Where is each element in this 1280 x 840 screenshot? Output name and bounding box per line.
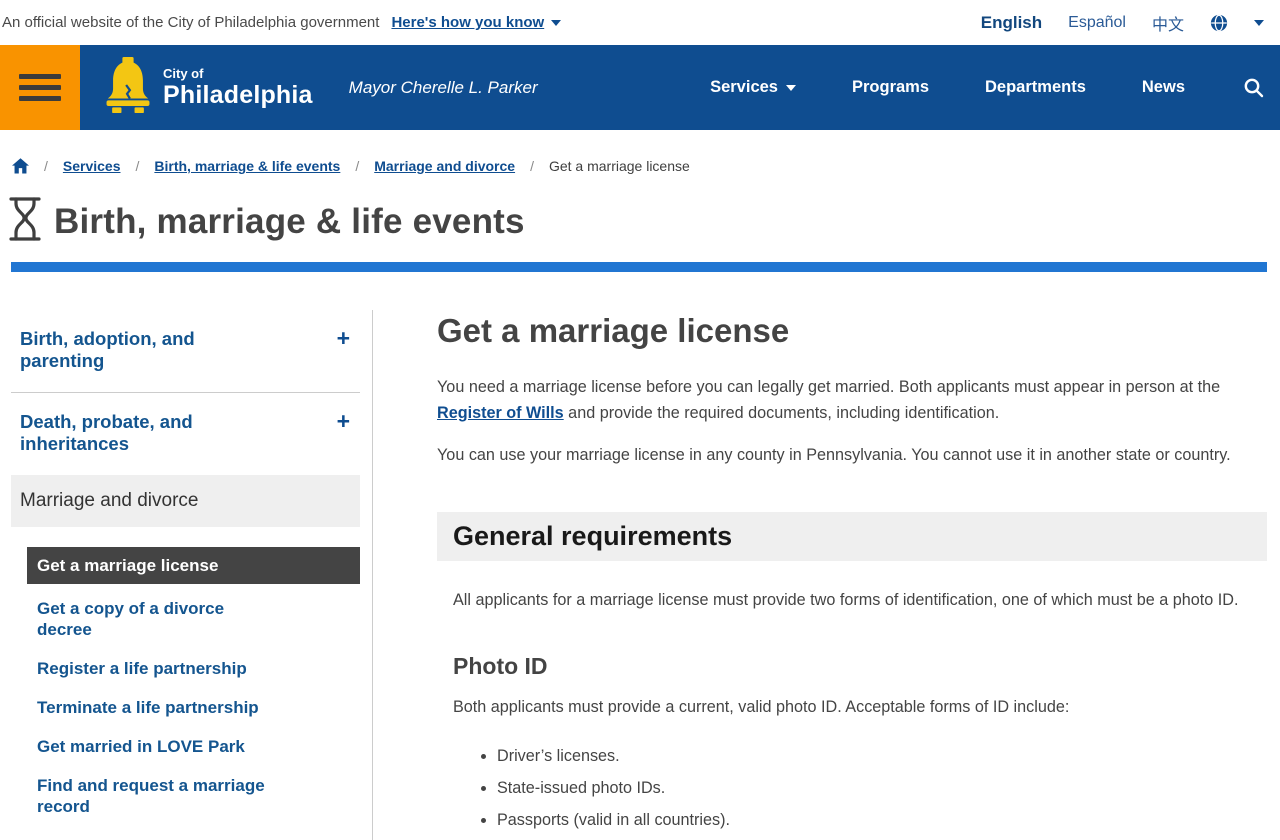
logo-city-of: City of — [163, 66, 204, 81]
breadcrumb-services[interactable]: Services — [63, 158, 121, 174]
article-title: Get a marriage license — [437, 312, 790, 349]
sidebar-link-terminate-life-partnership[interactable]: Terminate a life partnership — [27, 688, 360, 727]
sidebar-link-register-life-partnership[interactable]: Register a life partnership — [27, 649, 360, 688]
language-espanol[interactable]: Español — [1068, 14, 1126, 32]
title-accent-bar — [11, 262, 1267, 272]
official-website-text: An official website of the City of Phila… — [2, 14, 380, 31]
nav-news[interactable]: News — [1142, 78, 1185, 97]
language-english[interactable]: English — [981, 13, 1042, 33]
sidebar-link-get-a-marriage-license[interactable]: Get a marriage license — [27, 547, 360, 584]
hamburger-icon — [19, 74, 61, 79]
intro-paragraph-2: You can use your marriage license in any… — [437, 446, 1231, 464]
photo-id-heading: Photo ID — [453, 653, 548, 679]
register-of-wills-link[interactable]: Register of Wills — [437, 404, 564, 422]
primary-navigation: Services Programs Departments News — [710, 77, 1264, 98]
breadcrumb-birth-marriage-life-events[interactable]: Birth, marriage & life events — [154, 158, 340, 174]
nav-departments[interactable]: Departments — [985, 78, 1086, 97]
site-header: City of Philadelphia Mayor Cherelle L. P… — [0, 45, 1280, 130]
language-chinese[interactable]: 中文 — [1152, 11, 1184, 35]
globe-icon[interactable] — [1210, 14, 1228, 32]
breadcrumb-marriage-and-divorce[interactable]: Marriage and divorce — [374, 158, 515, 174]
official-banner: An official website of the City of Phila… — [0, 0, 1280, 45]
mayor-name: Mayor Cherelle L. Parker — [348, 77, 538, 97]
heres-how-you-know-link[interactable]: Here's how you know — [391, 14, 562, 31]
expand-plus-icon[interactable]: + — [337, 327, 350, 350]
breadcrumb-home-icon[interactable] — [12, 158, 29, 174]
sidebar-item-marriage-and-divorce[interactable]: Marriage and divorce — [11, 475, 360, 527]
general-requirements-header: General requirements — [437, 512, 1267, 561]
photo-id-list: Driver’s licenses. State-issued photo ID… — [453, 744, 1267, 833]
nav-services[interactable]: Services — [710, 78, 796, 97]
sidebar-link-get-copy-divorce-decree[interactable]: Get a copy of a divorce decree — [27, 589, 360, 649]
language-dropdown-caret-icon[interactable] — [1254, 19, 1264, 26]
page-title: Birth, marriage & life events — [54, 201, 525, 241]
search-icon[interactable] — [1243, 77, 1264, 98]
menu-button[interactable] — [0, 45, 80, 130]
heres-how-you-know-label: Here's how you know — [391, 14, 545, 31]
expand-plus-icon[interactable]: + — [337, 410, 350, 433]
service-sidebar: Birth, adoption, and parenting + Death, … — [11, 310, 373, 840]
sidebar-link-get-married-love-park[interactable]: Get married in LOVE Park — [27, 727, 360, 766]
marriage-divorce-subnav: Get a marriage license Get a copy of a d… — [11, 547, 360, 826]
hourglass-icon — [8, 196, 42, 247]
chevron-down-icon — [785, 84, 796, 91]
sidebar-link-find-request-marriage-record[interactable]: Find and request a marriage record — [27, 766, 360, 826]
intro-paragraph-1: You need a marriage license before you c… — [437, 378, 1221, 422]
list-item: State-issued photo IDs. — [497, 776, 1267, 801]
chevron-down-icon — [551, 19, 562, 26]
breadcrumb: / Services / Birth, marriage & life even… — [0, 130, 1280, 174]
liberty-bell-icon — [102, 57, 154, 118]
sidebar-item-birth-adoption-parenting[interactable]: Birth, adoption, and parenting + — [11, 310, 360, 393]
breadcrumb-current-page: Get a marriage license — [548, 158, 690, 174]
nav-services-label: Services — [710, 78, 778, 96]
article: Get a marriage license You need a marria… — [437, 310, 1267, 840]
nav-programs[interactable]: Programs — [852, 78, 929, 97]
logo-philadelphia: Philadelphia — [163, 81, 313, 109]
requirements-paragraph: All applicants for a marriage license mu… — [453, 591, 1239, 609]
sidebar-item-death-probate-inheritances[interactable]: Death, probate, and inheritances + — [11, 393, 360, 475]
general-requirements-title: General requirements — [453, 521, 733, 551]
list-item: Passports (valid in all countries). — [497, 808, 1267, 833]
photo-id-paragraph: Both applicants must provide a current, … — [453, 698, 1070, 716]
city-of-philadelphia-logo[interactable]: City of Philadelphia — [102, 57, 313, 118]
list-item: Driver’s licenses. — [497, 744, 1267, 769]
